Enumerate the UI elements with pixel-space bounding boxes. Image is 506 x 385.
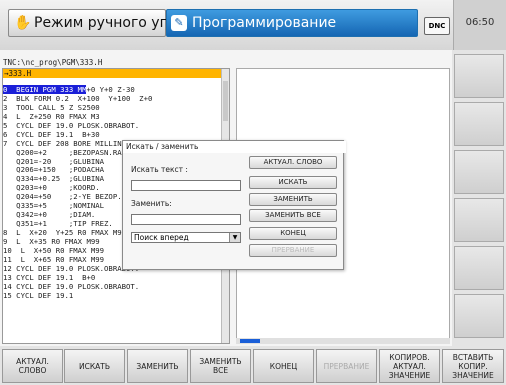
side-softkey-5[interactable] bbox=[454, 246, 504, 290]
program-line[interactable]: 15 CYCL DEF 19.1 bbox=[3, 291, 221, 300]
programming-icon: ✎ bbox=[171, 15, 187, 31]
program-path: TNC:\nc_prog\PGM\333.H bbox=[3, 58, 103, 67]
program-file-bar: →333.H bbox=[3, 69, 229, 78]
replace-input[interactable] bbox=[131, 214, 241, 225]
hand-icon: ✋ bbox=[14, 15, 32, 31]
clock-panel: 06:50 bbox=[453, 0, 506, 50]
softkey-4[interactable]: ЗАМЕНИТЬ ВСЕ bbox=[190, 349, 251, 383]
dialog-title: Искать / заменить bbox=[123, 141, 346, 153]
programming-mode-tab[interactable]: ✎ Программирование bbox=[166, 9, 418, 37]
softkey-8[interactable]: ВСТАВИТЬ КОПИР. ЗНАЧЕНИЕ bbox=[442, 349, 504, 383]
search-label: Искать текст : bbox=[131, 165, 188, 174]
dialog-button-5[interactable]: КОНЕЦ bbox=[249, 227, 337, 240]
dialog-button-6[interactable]: ПРЕРВАНИЕ bbox=[249, 244, 337, 257]
programming-mode-label: Программирование bbox=[192, 15, 337, 31]
chevron-down-icon[interactable]: ▼ bbox=[229, 233, 240, 242]
split-handle[interactable] bbox=[240, 339, 260, 343]
program-line[interactable]: 3 TOOL CALL 5 Z S2500 bbox=[3, 103, 221, 112]
program-line[interactable]: 5 CYCL DEF 19.0 PLOSK.OBRABOT. bbox=[3, 121, 221, 130]
dialog-button-4[interactable]: ЗАМЕНИТЬ ВСЕ bbox=[249, 209, 337, 222]
dnc-indicator: DNC bbox=[424, 17, 450, 35]
direction-value: Поиск вперед bbox=[134, 233, 189, 242]
top-bar: ✋ Режим ручного уп... ✎ Программирование… bbox=[0, 0, 506, 50]
program-line[interactable]: 2 BLK FORM 0.2 X+100 Y+100 Z+0 bbox=[3, 94, 221, 103]
program-line[interactable]: 4 L Z+250 R0 FMAX M3 bbox=[3, 112, 221, 121]
softkey-1[interactable]: АКТУАЛ. СЛОВО bbox=[2, 349, 63, 383]
split-indicator bbox=[236, 338, 450, 344]
search-input[interactable] bbox=[131, 180, 241, 191]
program-line[interactable]: 14 CYCL DEF 19.0 PLOSK.OBRABOT. bbox=[3, 282, 221, 291]
dialog-button-1[interactable]: АКТУАЛ. СЛОВО bbox=[249, 156, 337, 169]
machine-mode-tab[interactable]: ✋ Режим ручного уп... bbox=[8, 9, 182, 37]
program-line[interactable]: 0 BEGIN PGM 333 MM bbox=[3, 85, 87, 94]
replace-label: Заменить: bbox=[131, 199, 172, 208]
side-softkey-2[interactable] bbox=[454, 102, 504, 146]
side-softkey-3[interactable] bbox=[454, 150, 504, 194]
side-softkey-bar bbox=[452, 50, 506, 346]
search-replace-dialog: Искать / заменить Искать текст : Заменит… bbox=[122, 140, 346, 270]
dialog-button-3[interactable]: ЗАМЕНИТЬ bbox=[249, 193, 337, 206]
side-softkey-6[interactable] bbox=[454, 294, 504, 338]
program-line[interactable]: 13 CYCL DEF 19.1 B+0 bbox=[3, 273, 221, 282]
softkey-2[interactable]: ИСКАТЬ bbox=[64, 349, 125, 383]
program-line[interactable]: 6 CYCL DEF 19.1 B+30 bbox=[3, 130, 221, 139]
dialog-button-2[interactable]: ИСКАТЬ bbox=[249, 176, 337, 189]
softkey-5[interactable]: КОНЕЦ bbox=[253, 349, 314, 383]
side-softkey-1[interactable] bbox=[454, 54, 504, 98]
softkey-6[interactable]: ПРЕРВАНИЕ bbox=[316, 349, 377, 383]
scrollbar-thumb[interactable] bbox=[223, 81, 228, 121]
side-softkey-4[interactable] bbox=[454, 198, 504, 242]
clock-time: 06:50 bbox=[465, 17, 495, 28]
softkey-3[interactable]: ЗАМЕНИТЬ bbox=[127, 349, 188, 383]
direction-select[interactable]: Поиск вперед ▼ bbox=[131, 232, 241, 243]
machine-mode-label: Режим ручного уп... bbox=[34, 15, 183, 31]
softkey-7[interactable]: КОПИРОВ. АКТУАЛ. ЗНАЧЕНИЕ bbox=[379, 349, 440, 383]
